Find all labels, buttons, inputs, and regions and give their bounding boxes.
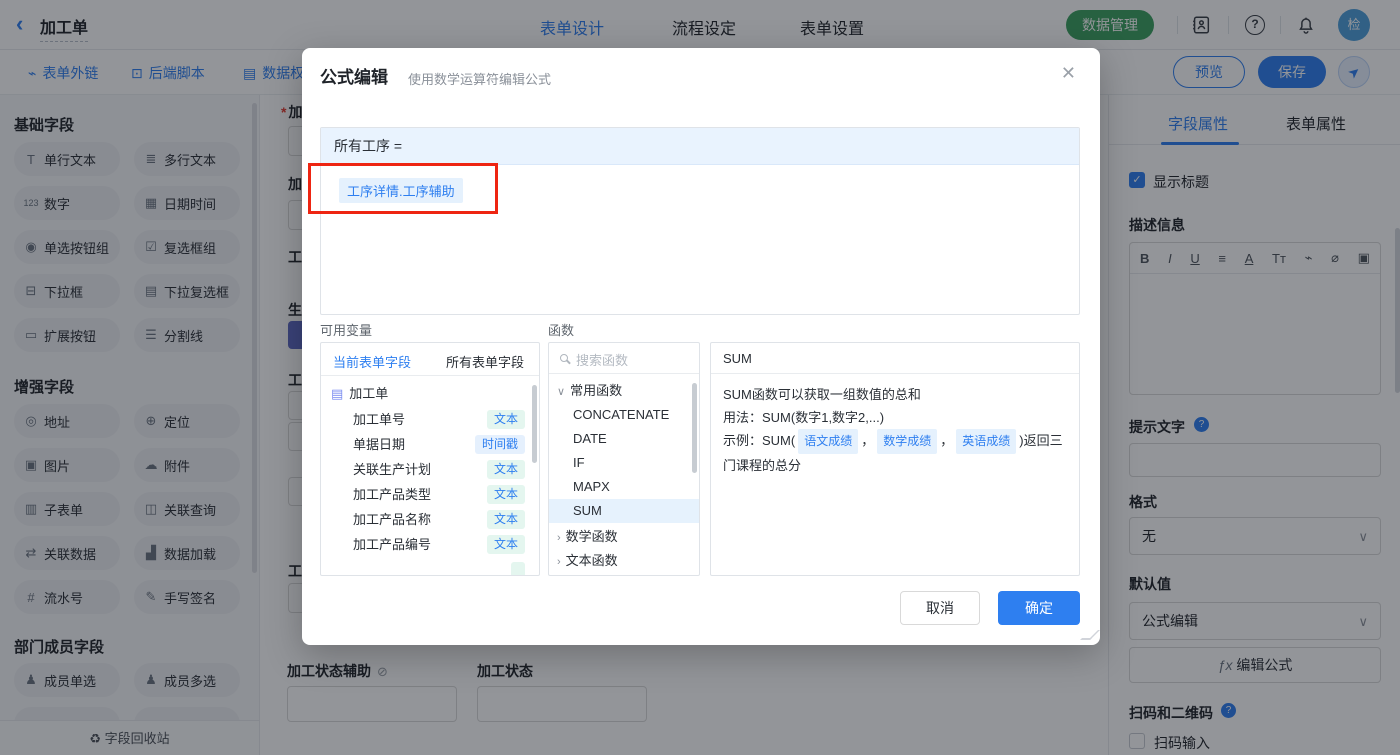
formula-target: 所有工序 =	[321, 128, 1079, 165]
field-type-badge: 文本	[486, 535, 525, 554]
function-search[interactable]: 搜索函数	[549, 343, 699, 374]
function-desc: SUM函数可以获取一组数值的总和	[723, 387, 921, 402]
func-item-date[interactable]: DATE	[549, 427, 699, 451]
function-detail-panel: SUM SUM函数可以获取一组数值的总和 用法：SUM(数字1,数字2,...)…	[710, 342, 1080, 576]
func-item-sum[interactable]: SUM	[549, 499, 699, 523]
functions-label: 函数	[548, 323, 575, 338]
function-example: 示例：SUM(语文成绩，数学成绩，英语成绩)返回三门课程的总分	[723, 429, 1067, 477]
tree-field-row[interactable]: 加工产品编号 文本	[321, 532, 539, 557]
variable-tabs: 当前表单字段 所有表单字段	[321, 343, 539, 376]
chevron-right-icon: ›	[557, 556, 561, 568]
function-usage: 用法：SUM(数字1,数字2,...)	[723, 410, 885, 425]
variables-label: 可用变量	[320, 323, 373, 338]
chevron-down-icon: ∨	[557, 386, 566, 398]
tree-node-form[interactable]: ▤ 加工单	[321, 381, 539, 406]
formula-edit-modal: 公式编辑 使用数学运算符编辑公式 ✕ 所有工序 = 工序详情.工序辅助 可用变量…	[302, 48, 1100, 645]
function-detail-body: SUM函数可以获取一组数值的总和 用法：SUM(数字1,数字2,...) 示例：…	[711, 374, 1079, 486]
field-type-badge: 文本	[486, 485, 525, 504]
variables-scrollbar[interactable]	[532, 385, 537, 463]
field-type-badge: 文本	[486, 510, 525, 529]
field-type-badge: 时间戳	[474, 435, 525, 454]
chevron-right-icon: ›	[557, 532, 561, 544]
field-type-badge	[511, 562, 525, 575]
tree-field-row[interactable]: 加工产品名称 文本	[321, 507, 539, 532]
field-type-badge: 文本	[486, 460, 525, 479]
example-chip: 数学成绩	[877, 429, 938, 454]
functions-scrollbar[interactable]	[692, 383, 697, 473]
tree-field-row[interactable]: 加工单号 文本	[321, 407, 539, 432]
function-detail-name: SUM	[711, 343, 1079, 374]
func-item-concatenate[interactable]: CONCATENATE	[549, 403, 699, 427]
example-chip: 语文成绩	[798, 429, 859, 454]
form-doc-icon: ▤	[331, 386, 344, 401]
tab-current-form-fields[interactable]: 当前表单字段	[333, 352, 411, 371]
field-type-badge: 文本	[486, 410, 525, 429]
annotation-box	[308, 163, 498, 214]
func-item-mapx[interactable]: MAPX	[549, 475, 699, 499]
modal-title: 公式编辑	[320, 68, 388, 87]
modal-subtitle: 使用数学运算符编辑公式	[408, 72, 552, 87]
formula-editor-box[interactable]: 所有工序 = 工序详情.工序辅助	[320, 127, 1080, 315]
example-chip: 英语成绩	[956, 429, 1017, 454]
resize-handle[interactable]	[1080, 630, 1100, 640]
functions-panel: 搜索函数 ∨ 常用函数 CONCATENATE DATE IF MAPX SUM …	[548, 342, 700, 576]
tree-field-row[interactable]: 单据日期 时间戳	[321, 432, 539, 457]
close-icon[interactable]: ✕	[1061, 63, 1076, 84]
tree-field-row[interactable]	[321, 557, 539, 575]
tree-field-row[interactable]: 加工产品类型 文本	[321, 482, 539, 507]
func-group-common[interactable]: ∨ 常用函数	[549, 379, 699, 403]
variables-panel: 当前表单字段 所有表单字段 ▤ 加工单 加工单号 文本 单据日期 时间戳 关联生产计划…	[320, 342, 540, 576]
cancel-button[interactable]: 取消	[900, 591, 980, 625]
tree-field-row[interactable]: 关联生产计划 文本	[321, 457, 539, 482]
confirm-button[interactable]: 确定	[998, 591, 1080, 625]
tab-all-form-fields[interactable]: 所有表单字段	[446, 352, 524, 371]
func-group-text[interactable]: › 文本函数	[549, 549, 699, 573]
func-item-if[interactable]: IF	[549, 451, 699, 475]
search-placeholder: 搜索函数	[576, 353, 629, 368]
func-group-math[interactable]: › 数学函数	[549, 525, 699, 549]
search-icon	[560, 354, 568, 362]
